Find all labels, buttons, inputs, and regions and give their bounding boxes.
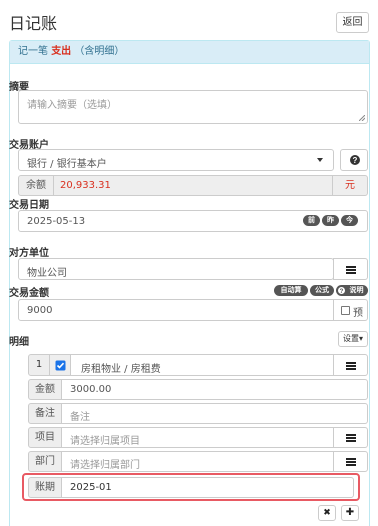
account-select[interactable]: 银行 / 银行基本户 (18, 149, 334, 171)
detail-amount-value: 3000.00 (70, 384, 112, 395)
amount-value: 9000 (27, 305, 53, 316)
balance-value: 20,933.31 (60, 180, 111, 191)
prepay-toggle[interactable]: 预 (333, 299, 368, 321)
detail-index: 1 (28, 354, 50, 376)
summary-placeholder: 请输入摘要（选填） (27, 100, 117, 111)
question-circle-icon: ? (350, 155, 360, 165)
detail-dept-addon: 部门 (28, 451, 62, 472)
detail-checkbox[interactable] (55, 360, 66, 371)
panel-heading-suffix: （含明细） (74, 46, 125, 57)
detail-dept-input[interactable]: 请选择归属部门 (61, 451, 334, 472)
svg-text:?: ? (340, 289, 344, 294)
detail-project-addon: 项目 (28, 427, 62, 448)
date-yesterday-button[interactable]: 昨 (322, 215, 339, 226)
detail-label: 明细 (9, 337, 29, 348)
auto-calc-button[interactable]: 自动算 (274, 285, 308, 296)
amount-help-button[interactable]: ? 说明 (336, 285, 368, 296)
detail-dept-placeholder: 请选择归属部门 (70, 460, 140, 471)
counterparty-value: 物业公司 (27, 268, 67, 279)
detail-project-placeholder: 请选择归属项目 (70, 436, 140, 447)
add-detail-button[interactable]: ✚ (341, 505, 359, 521)
prepay-label: 预 (353, 308, 363, 319)
account-value: 银行 / 银行基本户 (27, 159, 107, 170)
list-icon (346, 362, 356, 370)
detail-category-value: 房租物业 / 房租费 (81, 364, 161, 375)
amount-label: 交易金额 (9, 288, 49, 299)
caret-down-icon (317, 158, 323, 162)
list-icon (346, 434, 356, 442)
question-circle-icon: ? (338, 287, 345, 294)
detail-period-value: 2025-01 (70, 482, 112, 493)
detail-category-list-button[interactable] (333, 354, 368, 376)
balance-addon: 余额 (18, 175, 54, 196)
detail-checkbox-cell[interactable] (49, 354, 71, 376)
panel-heading: 记一笔 支出 （含明细） (10, 41, 369, 64)
entry-type-label: 支出 (51, 46, 72, 57)
list-icon (346, 266, 356, 274)
page-title: 日记账 (9, 14, 58, 33)
date-prev-button[interactable]: 前 (303, 215, 320, 226)
panel-heading-prefix: 记一笔 (18, 46, 48, 57)
counterparty-list-button[interactable] (333, 258, 368, 280)
back-button[interactable]: 返回 (336, 12, 369, 33)
detail-project-input[interactable]: 请选择归属项目 (61, 427, 334, 448)
detail-dept-list-button[interactable] (333, 451, 368, 472)
amount-input[interactable]: 9000 (18, 299, 334, 321)
detail-period-input[interactable]: 2025-01 (61, 477, 354, 498)
detail-note-input[interactable]: 备注 (61, 403, 368, 424)
remove-detail-button[interactable]: ✖ (318, 505, 336, 521)
balance-field: 20,933.31 (53, 175, 333, 196)
balance-currency: 元 (332, 175, 368, 196)
date-label: 交易日期 (9, 200, 49, 211)
list-icon (346, 458, 356, 466)
detail-amount-addon: 金额 (28, 379, 62, 400)
detail-note-addon: 备注 (28, 403, 62, 424)
detail-amount-input[interactable]: 3000.00 (61, 379, 368, 400)
prepay-checkbox[interactable] (341, 306, 350, 315)
page-header: 日记账 返回 (9, 10, 369, 36)
counterparty-input[interactable]: 物业公司 (18, 258, 334, 280)
account-help-button[interactable]: ? (340, 149, 368, 171)
svg-text:?: ? (353, 156, 358, 165)
detail-project-list-button[interactable] (333, 427, 368, 448)
counterparty-label: 对方单位 (9, 248, 49, 259)
detail-settings-button[interactable]: 设置▾ (338, 331, 368, 347)
amount-help-label: 说明 (349, 286, 364, 294)
detail-category-field[interactable]: 房租物业 / 房租费 (70, 354, 334, 376)
formula-button[interactable]: 公式 (310, 285, 334, 296)
detail-period-addon: 账期 (28, 477, 62, 498)
summary-textarea[interactable]: 请输入摘要（选填） (18, 90, 368, 124)
detail-note-placeholder: 备注 (70, 412, 90, 423)
date-value: 2025-05-13 (27, 216, 86, 227)
resize-handle-icon[interactable] (359, 115, 365, 121)
date-today-button[interactable]: 今 (341, 215, 358, 226)
